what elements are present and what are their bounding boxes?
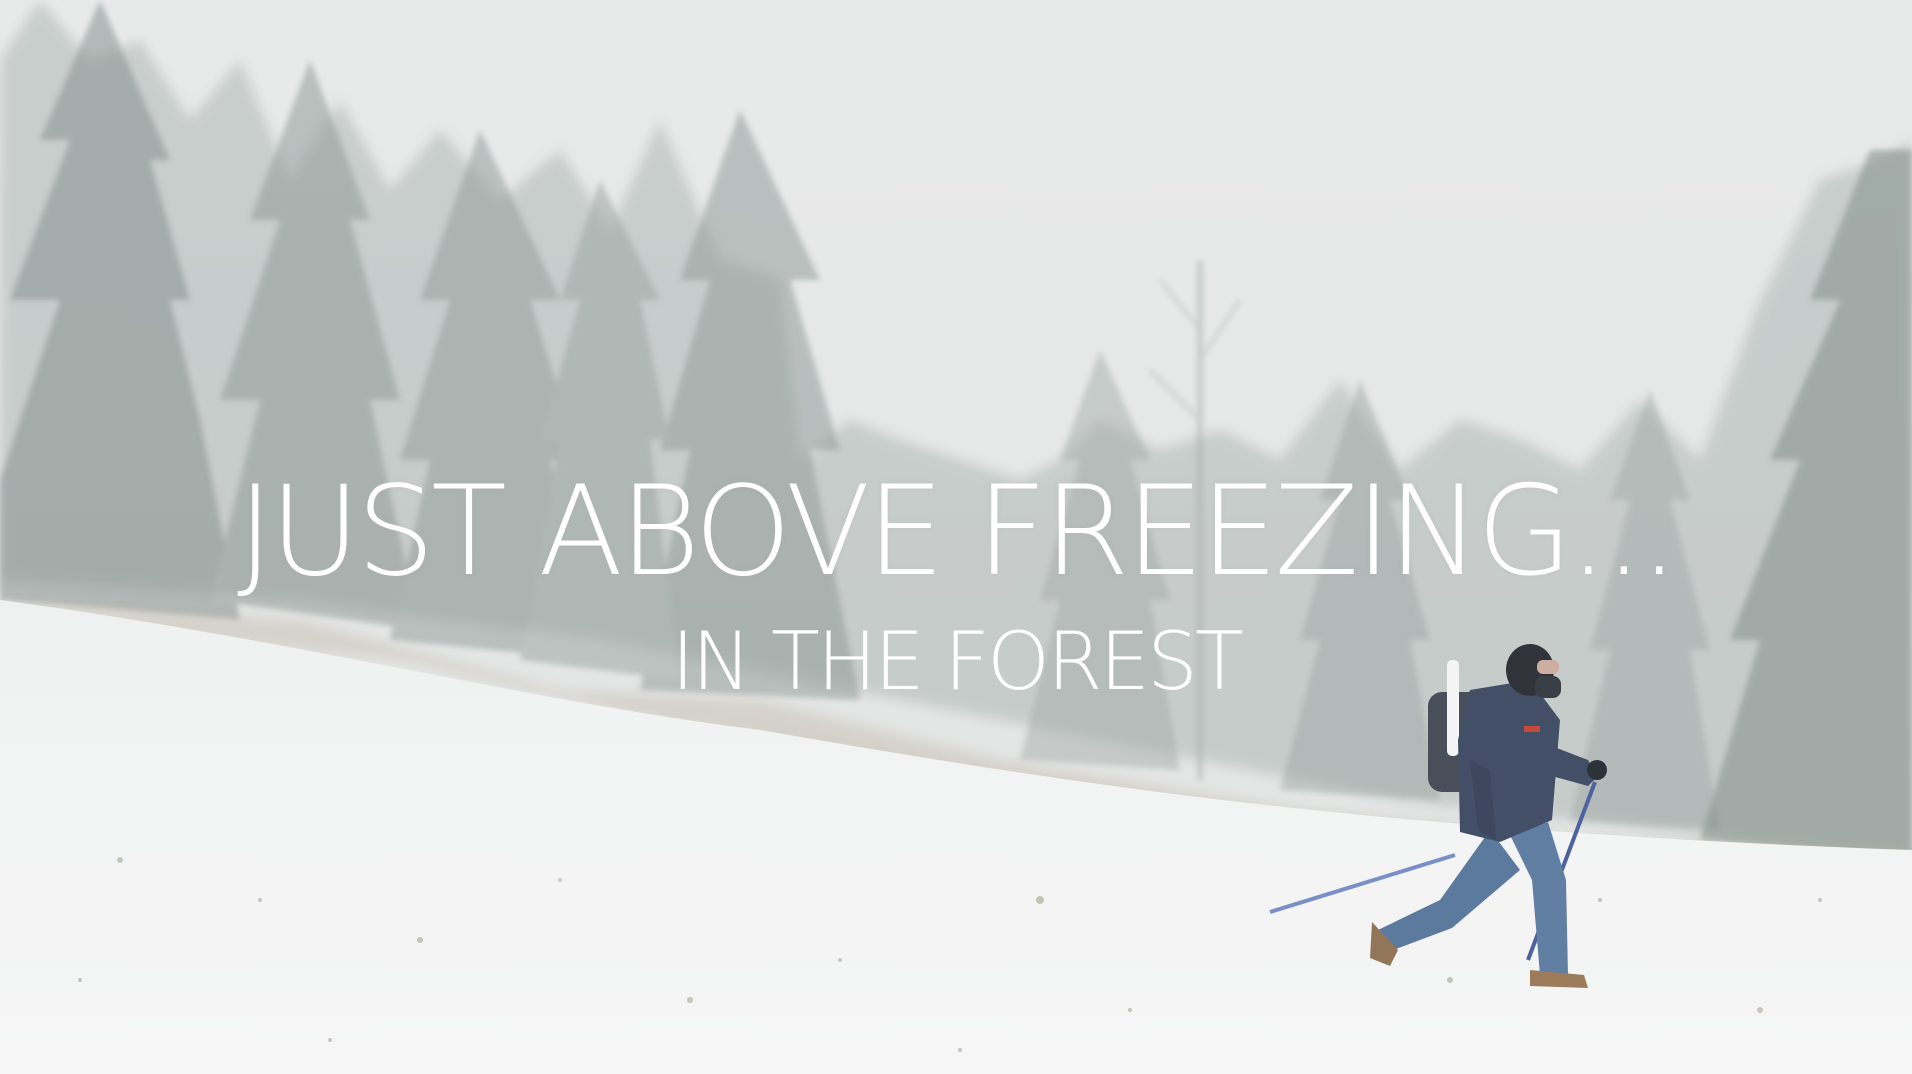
foggy-forest-photo — [0, 0, 1912, 1074]
thumbnail-scene: JUST ABOVE FREEZING... IN THE FOREST — [0, 0, 1912, 1074]
